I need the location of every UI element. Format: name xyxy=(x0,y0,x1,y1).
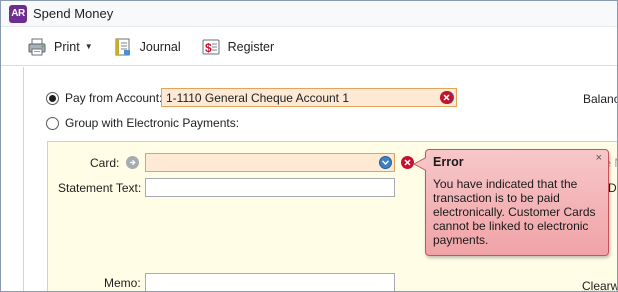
printer-icon xyxy=(28,38,46,55)
card-dropdown-button[interactable] xyxy=(376,154,394,171)
pay-from-account-combo[interactable]: 1-1110 General Cheque Account 1 xyxy=(161,88,457,107)
dropdown-icon xyxy=(378,156,392,169)
error-tooltip-message: You have indicated that the transaction … xyxy=(433,177,596,247)
memo-input[interactable] xyxy=(145,273,395,291)
card-combo[interactable] xyxy=(145,153,395,172)
clearwater-label: Clearwa xyxy=(582,279,617,292)
memo-label: Memo: xyxy=(104,276,141,290)
register-icon: $ xyxy=(202,39,220,55)
register-button[interactable]: $ Register xyxy=(195,32,281,62)
arrow-right-icon[interactable] xyxy=(126,156,139,169)
statement-text-input[interactable] xyxy=(145,178,395,197)
svg-text:$: $ xyxy=(205,41,212,55)
journal-button[interactable]: Journal xyxy=(107,32,187,62)
error-tooltip-title: Error xyxy=(433,155,464,169)
print-label: Print xyxy=(54,39,80,54)
journal-label: Journal xyxy=(139,39,181,54)
card-label: Card: xyxy=(90,156,120,170)
print-button[interactable]: Print ▼ xyxy=(21,32,99,62)
toolbar: Print ▼ Journal $ Register xyxy=(1,28,617,66)
group-electronic-radio[interactable] xyxy=(46,116,59,130)
chevron-down-icon: ▼ xyxy=(84,42,93,51)
spend-money-window: AR Spend Money Print ▼ Journal $ Registe… xyxy=(0,0,618,292)
register-label: Register xyxy=(227,39,275,54)
close-icon[interactable]: × xyxy=(596,152,602,164)
group-electronic-label: Group with Electronic Payments: xyxy=(65,116,240,130)
error-icon[interactable] xyxy=(440,91,453,104)
app-logo: AR xyxy=(9,4,27,23)
journal-icon xyxy=(115,38,130,55)
window-title: Spend Money xyxy=(33,6,114,21)
group-electronic-option[interactable]: Group with Electronic Payments: xyxy=(46,116,239,130)
pay-from-radio[interactable] xyxy=(46,91,59,105)
title-bar: AR Spend Money xyxy=(1,1,617,27)
pay-from-label: Pay from Account: xyxy=(65,91,163,105)
statement-text-label: Statement Text: xyxy=(58,181,142,195)
tooltip-pointer-fill xyxy=(415,158,426,170)
error-tooltip: Error × You have indicated that the tran… xyxy=(425,149,609,256)
account-value: 1-1110 General Cheque Account 1 xyxy=(166,90,350,105)
balance-label: Balance xyxy=(583,92,617,106)
pay-from-option[interactable]: Pay from Account: xyxy=(46,91,162,105)
date-label: Date xyxy=(608,181,617,195)
